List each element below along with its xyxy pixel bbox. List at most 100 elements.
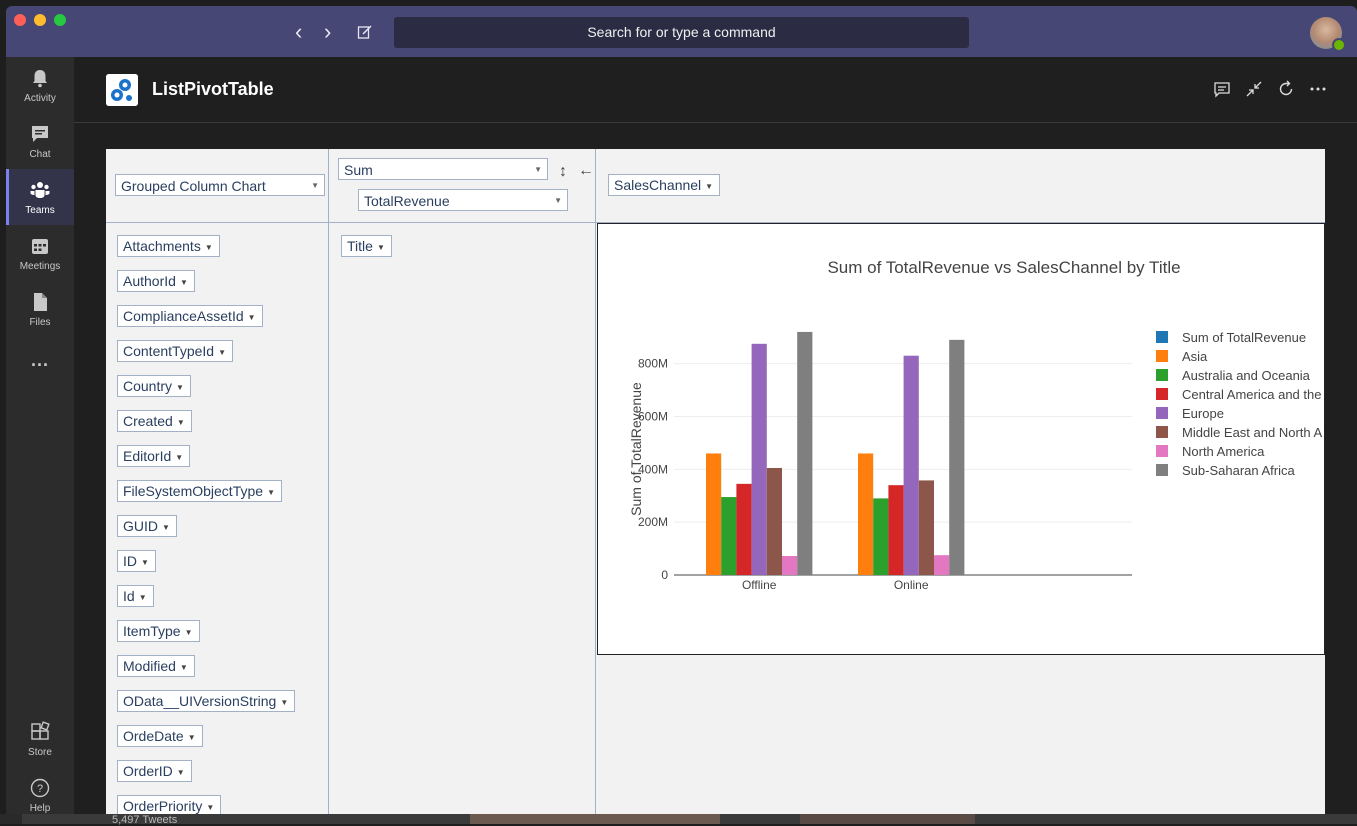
more-options-icon[interactable] — [1309, 80, 1327, 98]
presence-available-icon — [1332, 38, 1346, 52]
store-icon — [31, 721, 50, 740]
x-tick-label: Online — [894, 578, 929, 592]
left-arrow-icon[interactable]: ← — [578, 162, 594, 180]
attribute-pill[interactable]: ID ▼ — [117, 550, 156, 572]
pill-label: Id — [123, 588, 135, 604]
legend-entry[interactable]: Central America and the — [1156, 387, 1321, 403]
app-logo-icon — [106, 74, 138, 106]
attribute-pill[interactable]: OrderPriority ▼ — [117, 795, 222, 814]
bar — [858, 453, 874, 575]
forward-arrow-icon[interactable]: › — [324, 21, 331, 43]
attribute-pill[interactable]: AuthorId ▼ — [117, 270, 195, 292]
aggregator-select-value: Sum — [344, 162, 373, 178]
pill-label: OData__UIVersionString — [123, 693, 277, 709]
collapse-icon[interactable] — [1245, 80, 1263, 98]
legend-entry[interactable]: North America — [1156, 444, 1264, 460]
renderer-select-value: Grouped Column Chart — [121, 178, 266, 194]
attribute-pill[interactable]: ComplianceAssetId ▼ — [117, 305, 263, 327]
legend-entry[interactable]: Middle East and North A — [1156, 425, 1322, 441]
chevron-down-icon: ▼ — [554, 196, 562, 205]
app-rail: Activity Chat Teams Meetings Files ... S… — [6, 57, 74, 814]
minimize-window-button[interactable] — [34, 14, 46, 26]
attribute-pill[interactable]: ContentTypeId ▼ — [117, 340, 233, 362]
attribute-pill[interactable]: Created ▼ — [117, 410, 192, 432]
legend-entry[interactable]: Sub-Saharan Africa — [1156, 463, 1295, 479]
row-attribute-pill[interactable]: Title ▼ — [341, 235, 392, 257]
bar — [706, 453, 722, 575]
pill-label: OrdeDate — [123, 728, 184, 744]
legend-label: Sub-Saharan Africa — [1182, 463, 1295, 478]
more-icon: ... — [30, 350, 49, 370]
triangle-down-icon: ▼ — [176, 418, 185, 427]
maximize-window-button[interactable] — [54, 14, 66, 26]
rail-item-help[interactable]: ? Help — [6, 767, 74, 814]
pill-label: OrderPriority — [123, 798, 203, 814]
back-arrow-icon[interactable]: ‹ — [295, 21, 302, 43]
attribute-pill[interactable]: Attachments ▼ — [117, 235, 220, 257]
legend-entry[interactable]: Europe — [1156, 406, 1224, 422]
rail-item-chat[interactable]: Chat — [6, 113, 74, 169]
y-tick-label: 200M — [638, 515, 668, 529]
svg-text:?: ? — [37, 783, 43, 795]
rail-item-label: Store — [28, 747, 52, 758]
legend-entry[interactable]: Sum of TotalRevenue — [1156, 330, 1306, 346]
attribute-pill[interactable]: ItemType ▼ — [117, 620, 200, 642]
bar — [736, 483, 752, 575]
teams-icon — [30, 182, 50, 198]
triangle-down-icon: ▼ — [141, 558, 149, 567]
rail-item-more[interactable]: ... — [6, 342, 74, 382]
attribute-pill[interactable]: EditorId ▼ — [117, 445, 191, 467]
attribute-pill[interactable]: Modified ▼ — [117, 655, 195, 677]
renderer-select[interactable]: Grouped Column Chart ▼ — [115, 174, 325, 196]
triangle-down-icon: ▼ — [376, 243, 385, 252]
desktop-tweets-text: 5,497 Tweets — [112, 814, 178, 826]
file-icon — [34, 293, 47, 311]
triangle-down-icon: ▼ — [247, 313, 256, 322]
pill-label: FileSystemObjectType — [123, 483, 264, 499]
bar — [873, 498, 889, 575]
legend-label: Asia — [1182, 349, 1208, 364]
triangle-down-icon: ▼ — [204, 243, 213, 252]
rail-item-files[interactable]: Files — [6, 281, 74, 337]
rail-item-teams[interactable]: Teams — [6, 169, 74, 225]
bar — [782, 555, 798, 575]
search-input[interactable]: Search for or type a command — [394, 17, 969, 48]
pill-label: EditorId — [123, 448, 172, 464]
rail-item-meetings[interactable]: Meetings — [6, 225, 74, 281]
aggregator-field-select[interactable]: TotalRevenue ▼ — [358, 189, 568, 211]
triangle-down-icon: ▼ — [175, 453, 184, 462]
rail-item-store[interactable]: Store — [6, 711, 74, 767]
compose-icon[interactable] — [357, 24, 373, 40]
attribute-pill[interactable]: OrderID ▼ — [117, 760, 192, 782]
rail-item-label: Files — [29, 317, 51, 328]
attribute-pill[interactable]: GUID ▼ — [117, 515, 177, 537]
rail-item-label: Meetings — [19, 261, 61, 272]
rail-item-label: Help — [29, 803, 51, 814]
conversation-icon[interactable] — [1213, 80, 1231, 98]
bar — [751, 343, 767, 575]
aggregator-select[interactable]: Sum ▼ — [338, 158, 548, 180]
app-header: ListPivotTable — [74, 57, 1357, 123]
bell-icon — [33, 70, 47, 88]
pill-label: ComplianceAssetId — [123, 308, 244, 324]
sort-toggle-icon[interactable]: ↕ — [559, 163, 567, 181]
attribute-pill[interactable]: Id ▼ — [117, 585, 154, 607]
rail-item-activity[interactable]: Activity — [6, 57, 74, 113]
legend-entry[interactable]: Asia — [1156, 349, 1207, 365]
legend-label: Europe — [1182, 406, 1224, 421]
close-window-button[interactable] — [14, 14, 26, 26]
attribute-pill[interactable]: OrdeDate ▼ — [117, 725, 203, 747]
chat-icon — [32, 126, 48, 142]
chart-panel: Sum of TotalRevenue vs SalesChannel by T… — [597, 223, 1325, 655]
pill-label: Attachments — [123, 238, 201, 254]
legend-swatch — [1156, 331, 1168, 343]
legend-entry[interactable]: Australia and Oceania — [1156, 368, 1310, 384]
teams-window: ‹ › Search for or type a command Activit… — [6, 6, 1357, 814]
triangle-down-icon: ▼ — [218, 348, 226, 357]
attribute-pill[interactable]: Country ▼ — [117, 375, 191, 397]
attribute-pill[interactable]: OData__UIVersionString ▼ — [117, 690, 296, 712]
refresh-icon[interactable] — [1277, 80, 1295, 98]
column-attribute-pill[interactable]: SalesChannel ▼ — [608, 174, 721, 196]
y-tick-label: 0 — [661, 568, 668, 582]
attribute-pill[interactable]: FileSystemObjectType ▼ — [117, 480, 282, 502]
